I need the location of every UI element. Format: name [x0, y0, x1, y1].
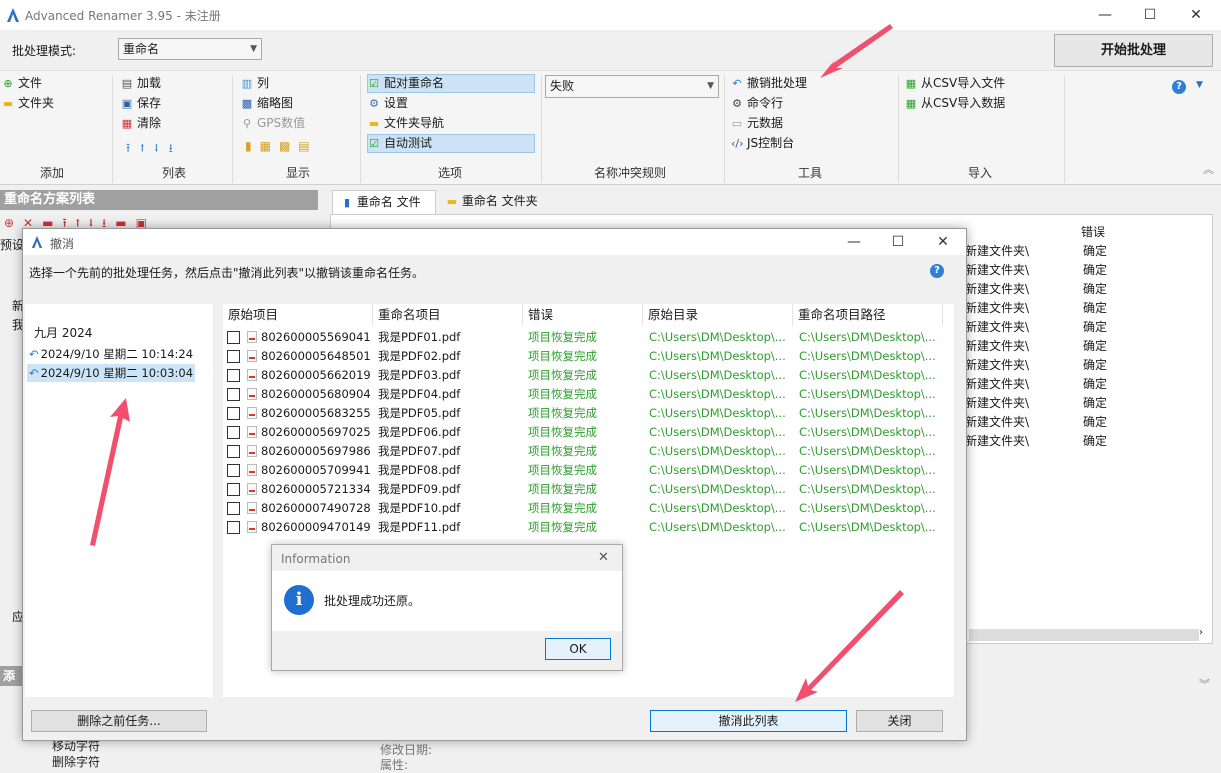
arrow-annotation-tools: [820, 24, 893, 78]
annotation-arrows: [90, 24, 904, 702]
arrow-annotation-history: [90, 398, 130, 546]
arrow-annotation-undo-button: [795, 590, 904, 702]
